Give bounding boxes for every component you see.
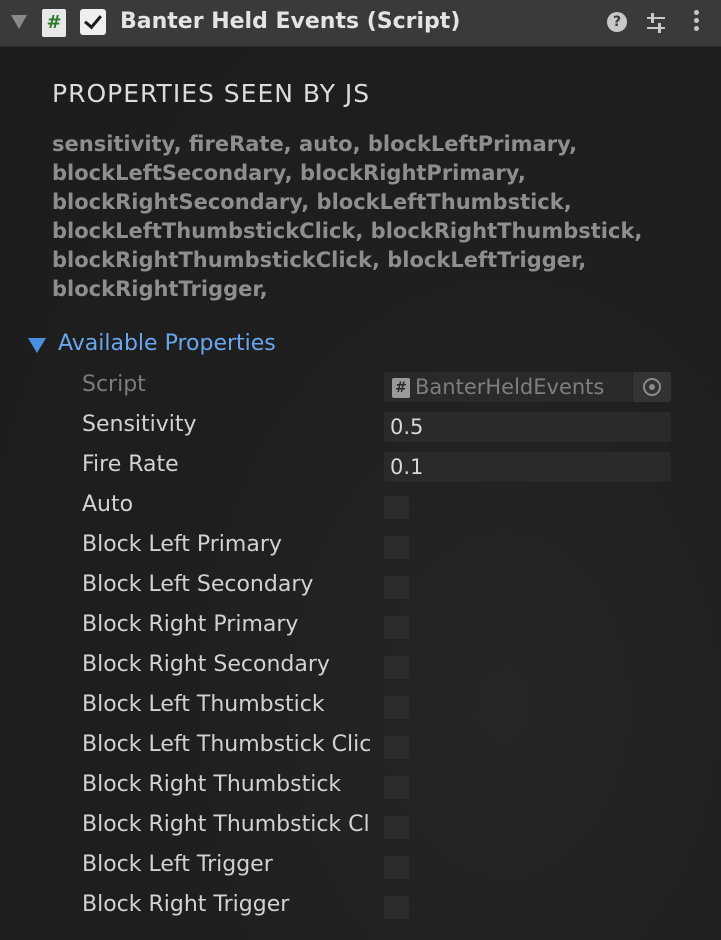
- fire-rate-row: Fire Rate 0.1: [0, 444, 721, 484]
- block-left-trigger-checkbox[interactable]: [383, 855, 410, 880]
- collapse-arrow-icon[interactable]: [11, 15, 27, 29]
- fire-rate-input[interactable]: 0.1: [383, 451, 672, 483]
- block-left-secondary-checkbox[interactable]: [383, 575, 410, 600]
- toggle-row-block-left-thumbstick-click: Block Left Thumbstick Clic: [0, 724, 721, 764]
- inspector-panel: # Banter Held Events (Script) ? PROPERTI…: [0, 0, 721, 940]
- toggle-label: Block Left Trigger: [82, 852, 273, 877]
- properties-seen-heading: PROPERTIES SEEN BY JS: [52, 79, 371, 108]
- script-icon: #: [42, 9, 66, 37]
- toggle-label: Block Left Thumbstick: [82, 692, 325, 717]
- toggle-row-block-right-trigger: Block Right Trigger: [0, 884, 721, 924]
- block-right-thumbstick-click-checkbox[interactable]: [383, 815, 410, 840]
- block-right-trigger-checkbox[interactable]: [383, 895, 410, 920]
- toggle-row-block-left-trigger: Block Left Trigger: [0, 844, 721, 884]
- toggle-label: Block Left Thumbstick Clic: [82, 732, 372, 757]
- fire-rate-label: Fire Rate: [82, 452, 179, 477]
- toggle-label: Block Left Secondary: [82, 572, 314, 597]
- block-right-primary-checkbox[interactable]: [383, 615, 410, 640]
- toggle-label: Block Right Primary: [82, 612, 299, 637]
- toggle-label: Block Right Secondary: [82, 652, 330, 677]
- block-left-thumbstick-checkbox[interactable]: [383, 695, 410, 720]
- properties-list-text: sensitivity, fireRate, auto, blockLeftPr…: [52, 132, 643, 301]
- toggle-label: Block Left Primary: [82, 532, 282, 557]
- component-title: Banter Held Events (Script): [120, 9, 461, 34]
- foldout-label[interactable]: Available Properties: [58, 330, 276, 358]
- toggle-row-block-right-secondary: Block Right Secondary: [0, 644, 721, 684]
- script-field-value: BanterHeldEvents: [415, 375, 605, 399]
- toggle-row-block-right-primary: Block Right Primary: [0, 604, 721, 644]
- toggle-label: Block Right Thumbstick: [82, 772, 342, 797]
- component-header[interactable]: # Banter Held Events (Script) ?: [0, 0, 721, 47]
- block-right-secondary-checkbox[interactable]: [383, 655, 410, 680]
- block-right-thumbstick-checkbox[interactable]: [383, 775, 410, 800]
- toggle-row-auto: Auto: [0, 484, 721, 524]
- auto-checkbox[interactable]: [383, 495, 410, 520]
- block-left-thumbstick-click-checkbox[interactable]: [383, 735, 410, 760]
- toggle-row-block-right-thumbstick: Block Right Thumbstick: [0, 764, 721, 804]
- toggle-row-block-left-primary: Block Left Primary: [0, 524, 721, 564]
- foldout-expanded-arrow-icon[interactable]: [28, 338, 46, 353]
- sensitivity-input[interactable]: 0.5: [383, 411, 672, 443]
- toggle-label: Block Right Trigger: [82, 892, 290, 917]
- block-left-primary-checkbox[interactable]: [383, 535, 410, 560]
- toggle-row-block-right-thumbstick-click: Block Right Thumbstick Cl: [0, 804, 721, 844]
- script-file-icon: #: [392, 378, 410, 398]
- script-object-field: # BanterHeldEvents: [383, 371, 672, 403]
- script-label: Script: [82, 372, 146, 397]
- presets-icon[interactable]: [645, 12, 667, 34]
- sensitivity-label: Sensitivity: [82, 412, 197, 437]
- sensitivity-row: Sensitivity 0.5: [0, 404, 721, 444]
- component-enabled-checkbox[interactable]: [80, 9, 106, 35]
- context-menu-icon[interactable]: [690, 10, 702, 36]
- object-picker-icon: [632, 372, 671, 402]
- toggle-label: Block Right Thumbstick Cl: [82, 812, 370, 837]
- toggle-label: Auto: [82, 492, 134, 517]
- toggle-row-block-left-secondary: Block Left Secondary: [0, 564, 721, 604]
- script-row: Script # BanterHeldEvents: [0, 364, 721, 404]
- toggle-row-block-left-thumbstick: Block Left Thumbstick: [0, 684, 721, 724]
- help-icon[interactable]: ?: [607, 12, 627, 32]
